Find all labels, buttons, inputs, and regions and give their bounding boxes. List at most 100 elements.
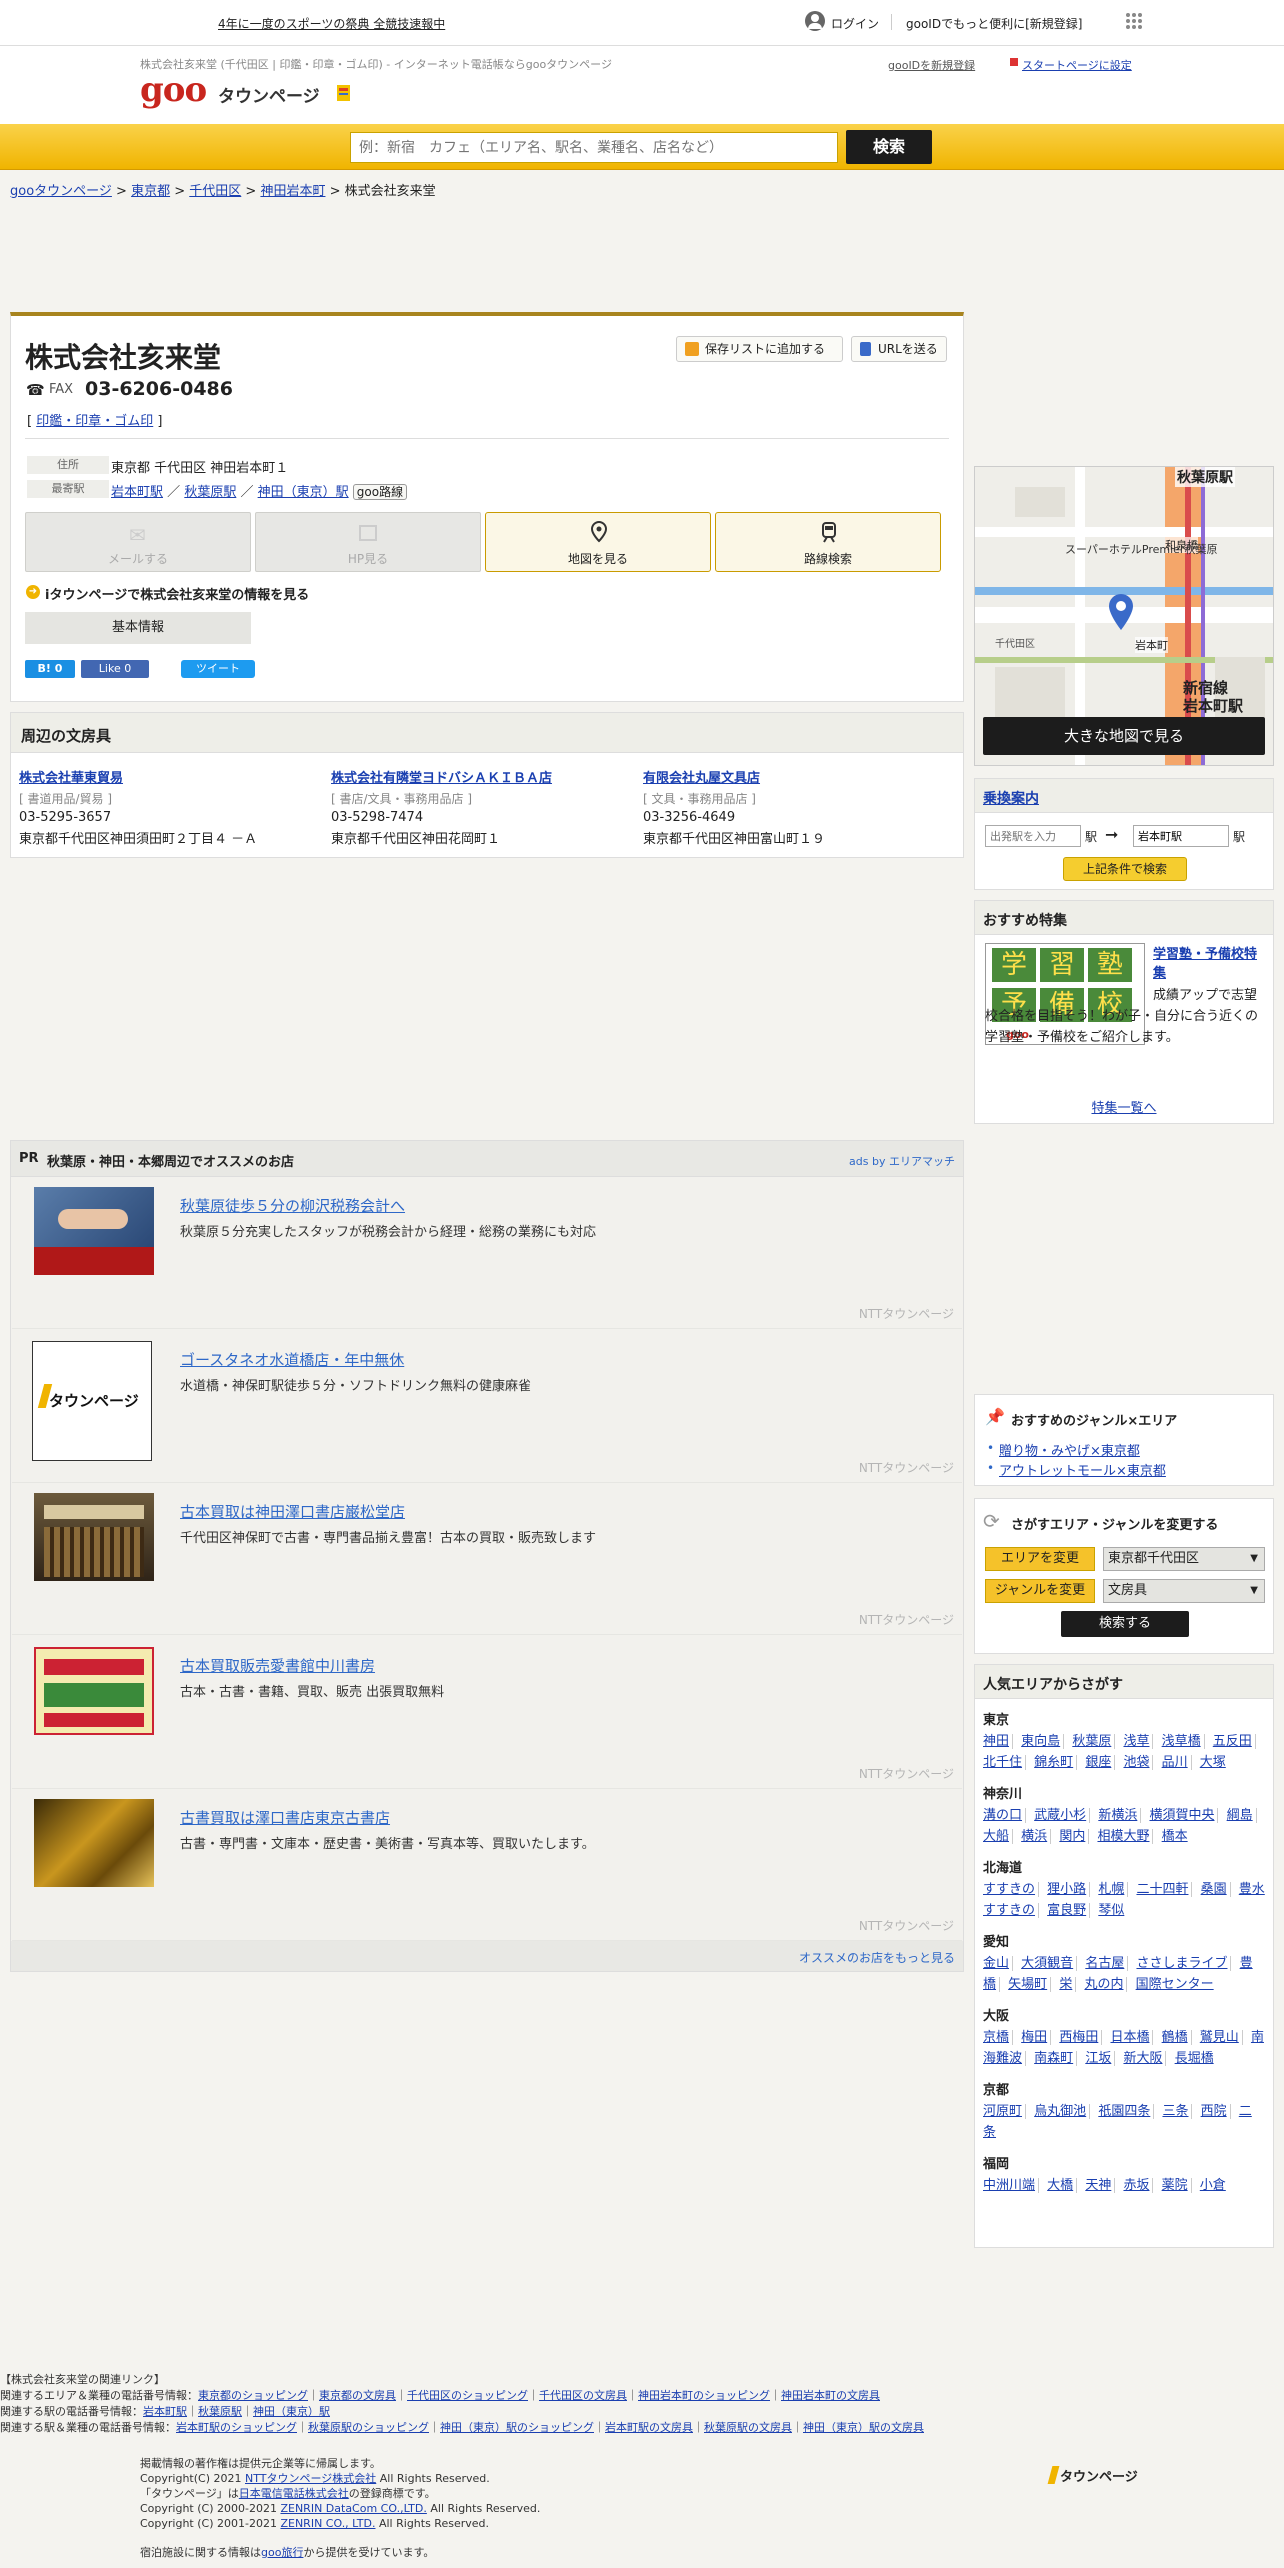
area-link[interactable]: 五反田 [1213,1734,1252,1749]
area-link[interactable]: 大橋 [1047,2178,1073,2193]
area-link[interactable]: 西梅田 [1059,2030,1098,2045]
area-select[interactable]: 東京都千代田区 ▼ [1103,1547,1265,1571]
area-link[interactable]: 鶴橋 [1162,2030,1188,2045]
station-link[interactable]: 岩本町駅 [111,485,163,500]
search-button[interactable]: 検索 [846,130,932,164]
breadcrumb-kanda[interactable]: 神田岩本町 [260,184,325,199]
breadcrumb-home[interactable]: gooタウンページ [10,184,112,199]
area-link[interactable]: 北千住 [983,1755,1022,1770]
apps-grid-icon[interactable] [1125,12,1143,30]
pr-item-title[interactable]: 古本買取は神田澤口書店巌松堂店 [180,1501,405,1522]
save-list-button[interactable]: 保存リストに追加する [676,336,843,362]
tweet-button[interactable]: ツイート [181,660,255,678]
area-link[interactable]: 名古屋 [1085,1956,1124,1971]
related-link[interactable]: 千代田区のショッピング [407,2389,528,2402]
area-link[interactable]: 横浜 [1021,1829,1047,1844]
pr-item[interactable]: 古本買取は神田澤口書店巌松堂店 千代田区神保町で古書・専門書品揃え豊富！古本の買… [12,1483,962,1635]
genre-select[interactable]: 文房具 ▼ [1103,1579,1265,1603]
area-link[interactable]: 河原町 [983,2104,1022,2119]
tab-basic-info[interactable]: 基本情報 [25,612,251,644]
area-link[interactable]: 桑園 [1201,1882,1227,1897]
itownpage-link[interactable]: iタウンページで株式会社亥来堂の情報を見る [45,584,309,603]
ntt-link[interactable]: 日本電信電話株式会社 [239,2487,349,2500]
promo-link[interactable]: 4年に一度のスポーツの祭典 全競技速報中 [218,15,445,32]
area-link[interactable]: 江坂 [1085,2051,1111,2066]
area-link[interactable]: すすきの [983,1882,1035,1897]
area-link[interactable]: 橋本 [1162,1829,1188,1844]
area-link[interactable]: 銀座 [1085,1755,1111,1770]
area-link[interactable]: 梅田 [1021,2030,1047,2045]
area-link[interactable]: 西院 [1201,2104,1227,2119]
area-link[interactable]: 秋葉原 [1072,1734,1111,1749]
related-link[interactable]: 神田（東京）駅 [253,2405,330,2418]
pr-item[interactable]: 秋葉原徒歩５分の柳沢税務会計へ 秋葉原５分充実したスタッフが税務会計から経理・総… [12,1177,962,1329]
map-widget[interactable]: 秋葉原駅 和泉橋 スーパーホテルPremier秋葉原 千代田区 岩本町 新宿線 … [974,466,1274,766]
area-link[interactable]: 栄 [1059,1977,1072,1992]
search-input[interactable] [350,132,838,163]
related-link[interactable]: 東京都の文房具 [319,2389,396,2402]
area-link[interactable]: 矢場町 [1008,1977,1047,1992]
login-link[interactable]: ログイン [831,15,879,32]
area-link[interactable]: 溝の口 [983,1808,1022,1823]
pr-item[interactable]: タウンページ ゴースタネオ水道橋店・年中無休 水道橋・神保町駅徒歩５分・ソフトド… [12,1331,962,1483]
area-link[interactable]: 神田 [983,1734,1009,1749]
pr-item[interactable]: 古書買取は澤口書店東京古書店 古書・専門書・文庫本・歴史書・美術書・写真本等、買… [12,1789,962,1941]
station-link[interactable]: 神田（東京）駅 [258,485,349,500]
area-link[interactable]: 関内 [1059,1829,1085,1844]
related-link[interactable]: 岩本町駅 [143,2405,187,2418]
change-genre-button[interactable]: ジャンルを変更 [985,1579,1095,1603]
pr-item[interactable]: 古本買取販売愛書館中川書房 古本・古書・書籍、買取、販売 出張買取無料 NTTタ… [12,1637,962,1789]
pr-item-title[interactable]: 古本買取販売愛書館中川書房 [180,1655,375,1676]
area-link[interactable]: 浅草橋 [1162,1734,1201,1749]
hatena-bookmark-button[interactable]: B! 0 [25,660,75,678]
area-link[interactable]: 丸の内 [1084,1977,1123,1992]
facebook-like-button[interactable]: Like 0 [81,660,149,678]
area-link[interactable]: 浅草 [1123,1734,1149,1749]
area-link[interactable]: 鷲見山 [1200,2030,1239,2045]
area-link[interactable]: 薬院 [1162,2178,1188,2193]
breadcrumb-tokyo[interactable]: 東京都 [131,184,170,199]
area-link[interactable]: 富良野 [1047,1903,1086,1918]
from-station-input[interactable] [985,825,1081,847]
related-link[interactable]: 千代田区の文房具 [539,2389,627,2402]
large-map-button[interactable]: 大きな地図で見る [983,717,1265,755]
gooid-link[interactable]: gooIDでもっと便利に[新規登録] [906,15,1082,32]
pr-item-title[interactable]: 古書買取は澤口書店東京古書店 [180,1807,390,1828]
area-link[interactable]: 金山 [983,1956,1009,1971]
area-link[interactable]: 横須賀中央 [1149,1808,1214,1823]
more-recommended-link[interactable]: オススメのお店をもっと見る [799,1949,955,1966]
area-link[interactable]: 祇園四条 [1098,2104,1150,2119]
nearby-item-name[interactable]: 有限会社丸屋文具店 [643,767,943,786]
station-link[interactable]: 秋葉原駅 [184,485,236,500]
area-link[interactable]: 大船 [983,1829,1009,1844]
related-link[interactable]: 秋葉原駅 [198,2405,242,2418]
transit-search-button[interactable]: 上記条件で検索 [1063,857,1187,881]
area-link[interactable]: 池袋 [1123,1755,1149,1770]
area-link[interactable]: 錦糸町 [1034,1755,1073,1770]
area-link[interactable]: 中洲川端 [983,2178,1035,2193]
route-button[interactable]: 路線検索 [715,512,941,572]
area-link[interactable]: 品川 [1162,1755,1188,1770]
area-link[interactable]: 天神 [1085,2178,1111,2193]
area-link[interactable]: 新横浜 [1098,1808,1137,1823]
related-link[interactable]: 神田（東京）駅の文房具 [803,2421,924,2434]
area-link[interactable]: 相模大野 [1097,1829,1149,1844]
related-link[interactable]: 秋葉原駅の文房具 [704,2421,792,2434]
area-link[interactable]: 大須観音 [1021,1956,1073,1971]
area-link[interactable]: 烏丸御池 [1034,2104,1086,2119]
related-link[interactable]: 神田岩本町の文房具 [781,2389,880,2402]
send-url-button[interactable]: URLを送る [851,336,947,362]
map-button[interactable]: 地図を見る [485,512,711,572]
category-link[interactable]: 印鑑・印章・ゴム印 [36,414,153,429]
area-link[interactable]: 赤坂 [1123,2178,1149,2193]
to-station-input[interactable] [1133,825,1229,847]
area-link[interactable]: 長堀橋 [1175,2051,1214,2066]
ntt-townpage-link[interactable]: NTTタウンページ株式会社 [245,2472,376,2485]
area-link[interactable]: 小倉 [1200,2178,1226,2193]
nearby-item-name[interactable]: 株式会社華東貿易 [19,767,319,786]
related-link[interactable]: 岩本町駅の文房具 [605,2421,693,2434]
area-link[interactable]: 新大阪 [1123,2051,1162,2066]
change-search-button[interactable]: 検索する [1061,1611,1189,1637]
pr-ads-by[interactable]: ads by エリアマッチ [849,1153,955,1169]
area-link[interactable]: 南森町 [1034,2051,1073,2066]
